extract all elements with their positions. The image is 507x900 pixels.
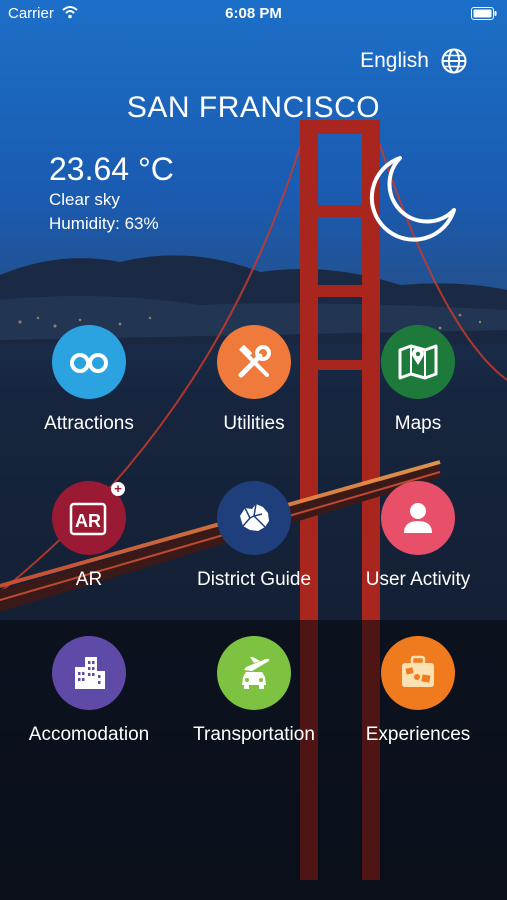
humidity: Humidity: 63%: [49, 214, 159, 233]
tile-label: Maps: [394, 413, 442, 434]
plane-car-icon: [217, 636, 291, 710]
tile-maps[interactable]: Maps: [343, 325, 493, 435]
tile-label: District Guide: [196, 569, 312, 590]
tile-experiences[interactable]: Experiences: [343, 636, 493, 746]
globe-icon: [441, 48, 467, 74]
tile-label: AR: [75, 569, 103, 590]
status-time: 6:08 PM: [225, 5, 282, 22]
battery-icon: [471, 7, 497, 20]
tile-label: Transportation: [193, 724, 315, 745]
map-pin-icon: [381, 325, 455, 399]
tile-label: Utilities: [223, 413, 285, 434]
tile-transportation[interactable]: Transportation: [179, 636, 329, 746]
moon-icon: [369, 156, 456, 242]
district-map-icon: [217, 481, 291, 555]
tile-user-activity[interactable]: User Activity: [343, 481, 493, 591]
language-label: English: [360, 49, 429, 72]
tile-district-guide[interactable]: District Guide: [179, 481, 329, 591]
binoculars-icon: [52, 325, 126, 399]
tile-attractions[interactable]: Attractions: [14, 325, 164, 435]
language-selector[interactable]: English: [360, 48, 467, 74]
tile-label: Attractions: [44, 413, 134, 434]
tile-label: Experiences: [365, 724, 471, 745]
tile-label: User Activity: [365, 569, 471, 590]
tile-label: Accomodation: [28, 724, 150, 745]
ar-icon: AR +: [52, 481, 126, 555]
tile-ar[interactable]: AR + AR: [14, 481, 164, 591]
status-bar: Carrier 6:08 PM: [0, 0, 507, 28]
background-bridge-image: [0, 0, 507, 900]
city-title: SAN FRANCISCO: [126, 91, 381, 124]
ar-plus-badge: +: [111, 482, 125, 496]
tools-icon: [217, 325, 291, 399]
svg-text:AR: AR: [75, 511, 101, 531]
buildings-icon: [52, 636, 126, 710]
suitcase-icon: [381, 636, 455, 710]
weather-description: Clear sky: [49, 190, 120, 209]
tile-accomodation[interactable]: Accomodation: [14, 636, 164, 746]
weather-panel: 23.64 °C Clear sky Humidity: 63%: [49, 150, 174, 236]
tile-utilities[interactable]: Utilities: [179, 325, 329, 435]
user-icon: [381, 481, 455, 555]
temperature: 23.64 °C: [49, 151, 174, 187]
